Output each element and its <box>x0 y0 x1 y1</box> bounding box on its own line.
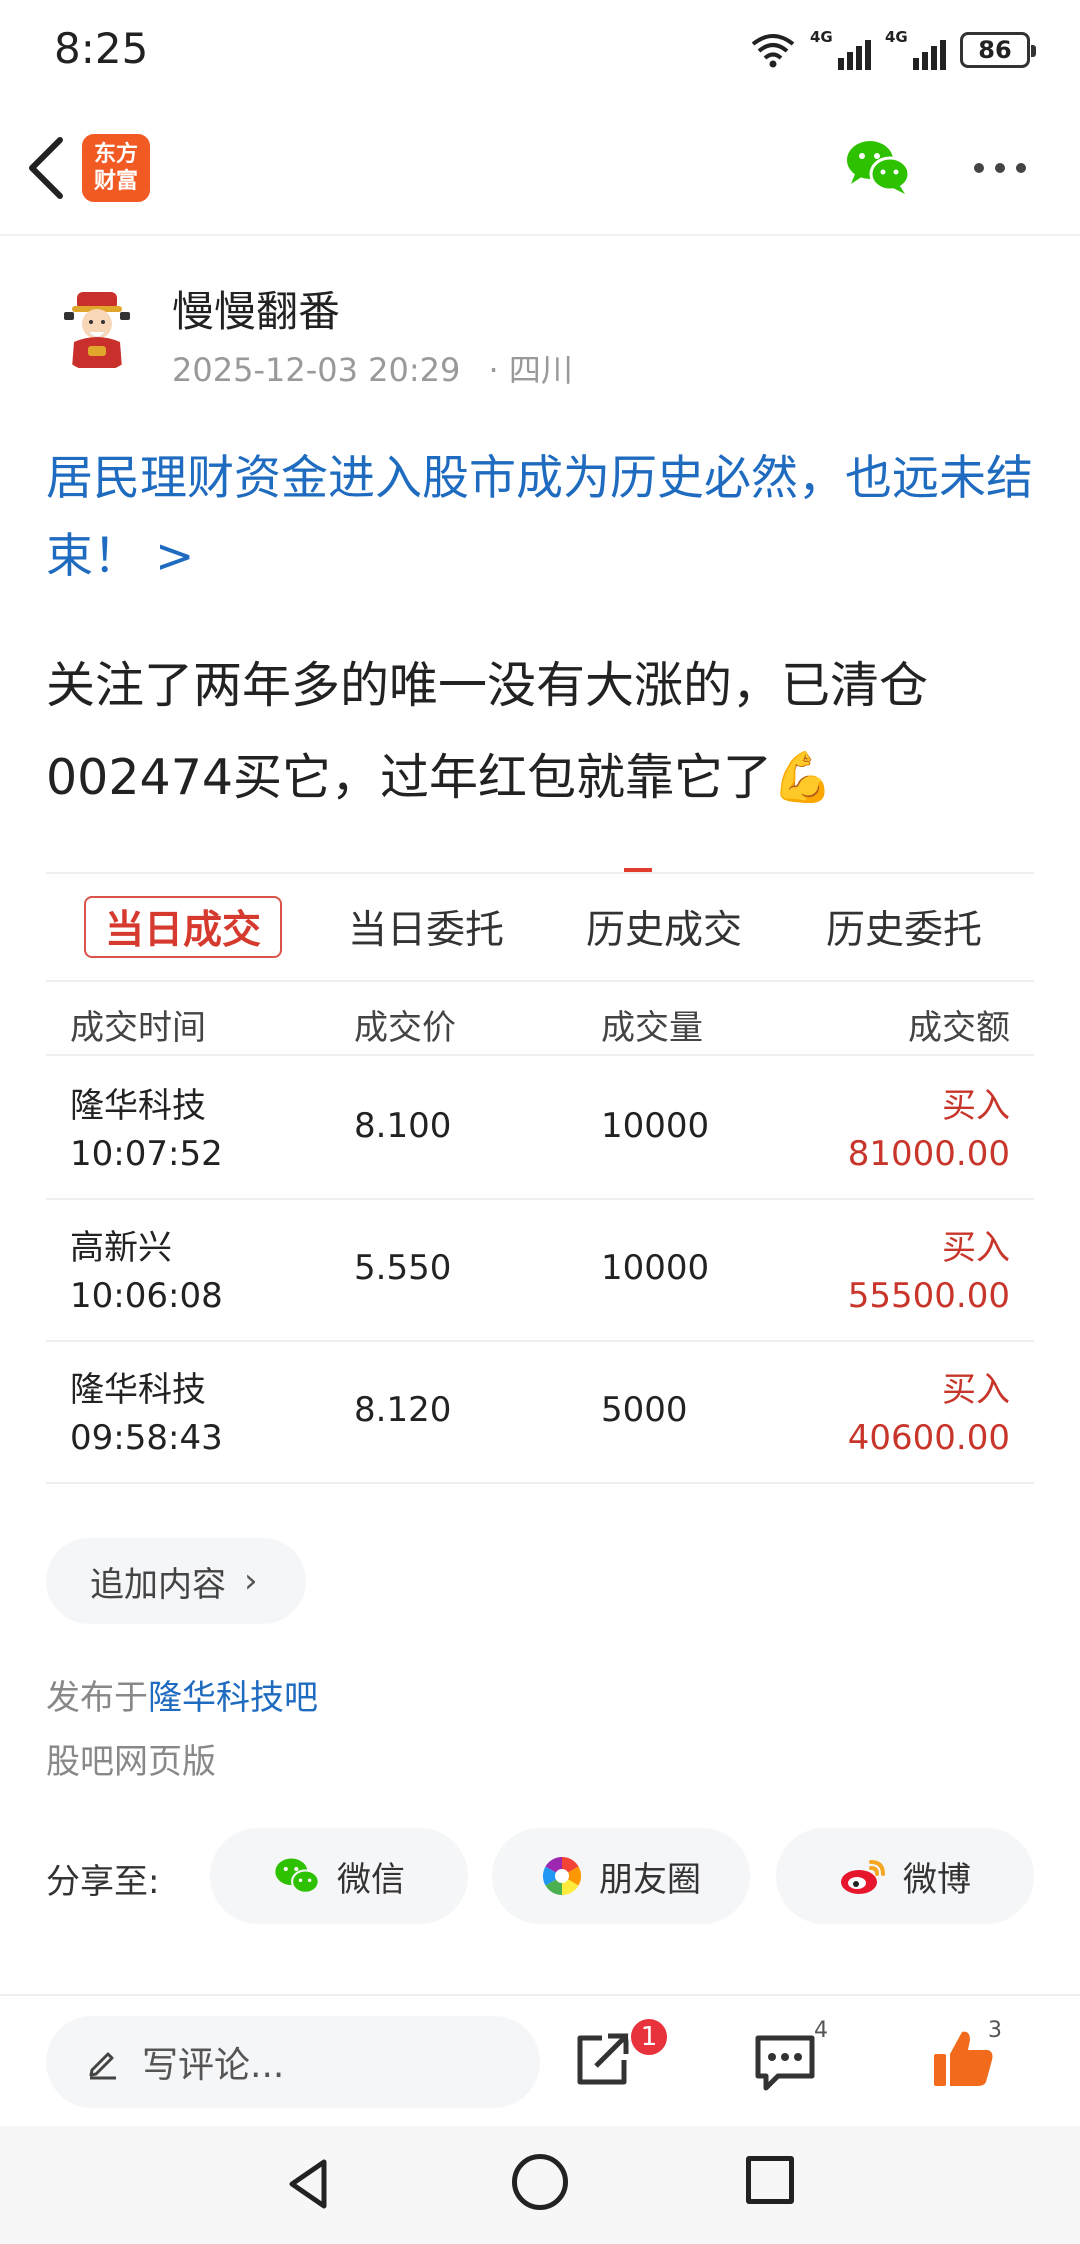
post-date: 2025-12-03 20:29 <box>172 351 461 389</box>
cell-signal-2-icon: 4G <box>885 28 946 70</box>
pencil-icon <box>89 2052 116 2080</box>
more-options-button[interactable] <box>970 148 1030 188</box>
stock-bar-link[interactable]: 隆华科技吧 <box>148 1678 318 1718</box>
deal-volume: 5000 <box>601 1390 688 1430</box>
deal-time: 09:58:43 <box>70 1418 223 1458</box>
back-arrow-icon[interactable] <box>20 130 80 206</box>
weibo-icon <box>841 1860 885 1894</box>
table-row: 隆华科技 09:58:43 8.120 5000 买入 40600.00 <box>46 1342 1034 1484</box>
post-location: · 四川 <box>488 351 573 389</box>
deal-time: 10:07:52 <box>70 1134 223 1174</box>
add-content-button[interactable]: 追加内容 › <box>46 1538 306 1624</box>
top-nav-bar: 东方 财富 <box>0 100 1080 236</box>
battery-icon: 86 <box>960 32 1036 68</box>
comment-placeholder: 写评论... <box>142 2045 285 2086</box>
deal-volume: 10000 <box>601 1248 710 1288</box>
tab-history-deals[interactable]: 历史成交 <box>574 896 754 958</box>
share-moments-button[interactable]: 朋友圈 <box>492 1828 750 1924</box>
more-dot-icon <box>995 163 1005 173</box>
status-time: 8:25 <box>54 24 149 73</box>
header-deal-volume: 成交量 <box>601 1008 703 1048</box>
share-label: 分享至: <box>46 1862 160 1902</box>
comment-count: 4 <box>814 2018 828 2043</box>
more-dot-icon <box>974 163 984 173</box>
more-dot-icon <box>1016 163 1026 173</box>
post-body: 关注了两年多的唯一没有大涨的，已清仓002474买它，过年红包就靠它了💪 <box>46 657 929 806</box>
tab-today-orders[interactable]: 当日委托 <box>336 896 516 958</box>
table-header: 成交时间 成交价 成交量 成交额 <box>46 984 1034 1056</box>
deal-price: 8.120 <box>354 1390 452 1430</box>
tab-history-orders[interactable]: 历史委托 <box>814 896 994 958</box>
table-row: 高新兴 10:06:08 5.550 10000 买入 55500.00 <box>46 1200 1034 1342</box>
share-wechat-label: 微信 <box>337 1859 405 1900</box>
system-nav-bar <box>0 2126 1080 2244</box>
share-weibo-button[interactable]: 微博 <box>776 1828 1034 1924</box>
bottom-action-bar: 写评论... 1 4 3 <box>0 1994 1080 2126</box>
post-meta: 2025-12-03 20:29 · 四川 <box>172 345 591 391</box>
table-row: 隆华科技 10:07:52 8.100 10000 买入 81000.00 <box>46 1058 1034 1200</box>
deal-price: 5.550 <box>354 1248 452 1288</box>
cell-signal-1-icon: 4G <box>810 28 871 70</box>
deal-amount: 81000.00 <box>847 1134 1010 1174</box>
deal-price: 8.100 <box>354 1106 452 1146</box>
wifi-icon <box>751 34 795 68</box>
published-in: 发布于隆华科技吧 <box>46 1670 318 1719</box>
status-icons: 4G 4G 86 <box>750 28 1036 72</box>
app-logo[interactable]: 东方 财富 <box>82 134 150 202</box>
deal-side: 买入 <box>942 1086 1010 1126</box>
share-moments-label: 朋友圈 <box>599 1859 701 1900</box>
author-avatar[interactable] <box>52 282 142 372</box>
stock-name: 高新兴 <box>70 1228 172 1268</box>
add-content-label: 追加内容 <box>90 1564 226 1605</box>
chevron-right-icon: › <box>244 1561 258 1601</box>
share-badge: 1 <box>628 2016 670 2058</box>
deal-side: 买入 <box>942 1370 1010 1410</box>
tab-indicator <box>624 868 652 872</box>
share-wechat-button[interactable]: 微信 <box>210 1828 468 1924</box>
stock-name: 隆华科技 <box>70 1370 206 1410</box>
like-count: 3 <box>988 2018 1002 2043</box>
system-recents-icon[interactable] <box>746 2156 794 2204</box>
system-home-icon[interactable] <box>512 2154 568 2210</box>
deal-time: 10:06:08 <box>70 1276 223 1316</box>
header-deal-amount: 成交额 <box>908 1008 1010 1048</box>
wechat-share-icon[interactable] <box>845 136 911 196</box>
author-name[interactable]: 慢慢翻番 <box>172 278 340 339</box>
deal-side: 买入 <box>942 1228 1010 1268</box>
trade-record-card: 当日成交 当日委托 历史成交 历史委托 成交时间 成交价 成交量 成交额 隆华科… <box>46 868 1034 1484</box>
trade-tabs: 当日成交 当日委托 历史成交 历史委托 <box>46 874 1034 982</box>
stock-name: 隆华科技 <box>70 1086 206 1126</box>
post-title-link[interactable]: 居民理财资金进入股市成为历史必然，也远未结束！ > <box>46 440 1046 596</box>
status-bar: 8:25 4G 4G 86 <box>0 0 1080 100</box>
web-version-link[interactable]: 股吧网页版 <box>46 1734 216 1783</box>
header-deal-time: 成交时间 <box>70 1008 206 1048</box>
comment-icon[interactable] <box>752 2030 818 2094</box>
system-back-icon[interactable] <box>280 2154 340 2214</box>
moments-icon <box>542 1857 582 1895</box>
published-prefix: 发布于 <box>46 1678 148 1718</box>
share-weibo-label: 微博 <box>903 1859 971 1900</box>
wechat-icon <box>275 1858 320 1894</box>
deal-volume: 10000 <box>601 1106 710 1146</box>
deal-amount: 40600.00 <box>847 1418 1010 1458</box>
comment-input[interactable]: 写评论... <box>46 2016 540 2108</box>
deal-amount: 55500.00 <box>847 1276 1010 1316</box>
header-deal-price: 成交价 <box>354 1008 456 1048</box>
tab-today-deals[interactable]: 当日成交 <box>84 896 282 958</box>
